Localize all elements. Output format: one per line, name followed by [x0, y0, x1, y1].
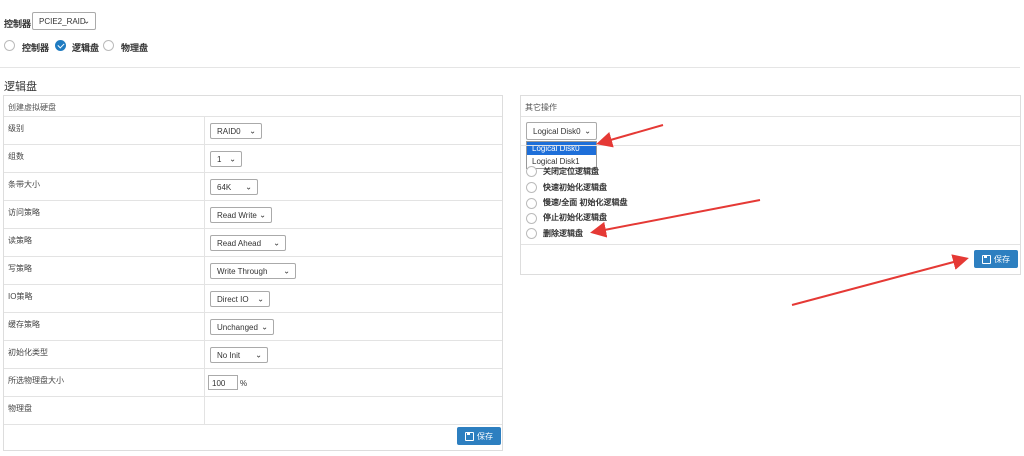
row-label: 读策略	[8, 236, 32, 245]
init-type-select[interactable]: No Init ⌄	[210, 347, 268, 363]
chevron-down-icon: ⌄	[83, 16, 90, 26]
row-label: 条带大小	[8, 180, 40, 189]
form-footer	[4, 424, 502, 452]
save-button-label: 保存	[994, 254, 1010, 264]
other-operations-panel: 其它操作 Logical Disk0 ⌄ Logical Disk0 Logic…	[520, 95, 1021, 275]
divider	[521, 145, 1020, 146]
section-title: 逻辑盘	[4, 81, 37, 93]
select-value: No Init	[217, 350, 241, 360]
select-value: 1	[217, 154, 222, 164]
form-row: 组数 1 ⌄	[4, 144, 502, 172]
operation-label: 关闭定位逻辑盘	[543, 167, 599, 176]
read-policy-select[interactable]: Read Ahead ⌄	[210, 235, 286, 251]
radio-physical-disk-label: 物理盘	[121, 43, 149, 53]
disk-size-input[interactable]: 100	[208, 375, 238, 390]
save-icon	[465, 431, 474, 441]
divider	[0, 67, 1020, 68]
cache-policy-select[interactable]: Unchanged ⌄	[210, 319, 274, 335]
divider	[521, 116, 1020, 117]
panel-title: 其它操作	[525, 103, 557, 112]
panel-title: 创建虚拟硬盘	[8, 103, 56, 112]
operation-radio[interactable]	[526, 182, 537, 193]
radio-logical-disk-label: 逻辑盘	[72, 43, 100, 53]
radio-logical-disk[interactable]	[55, 40, 66, 51]
radio-physical-disk[interactable]	[103, 40, 114, 51]
row-label: 级别	[8, 124, 24, 133]
chevron-down-icon: ⌄	[261, 322, 268, 332]
form-row: 条带大小 64K ⌄	[4, 172, 502, 200]
chevron-down-icon: ⌄	[259, 210, 266, 220]
operation-label: 慢速/全面 初始化逻辑盘	[543, 198, 628, 207]
row-label: 初始化类型	[8, 348, 48, 357]
chevron-down-icon: ⌄	[283, 266, 290, 276]
radio-controller-label: 控制器	[22, 43, 50, 53]
row-label: 物理盘	[8, 404, 32, 413]
select-value: 64K	[217, 182, 232, 192]
form-row: 物理盘	[4, 396, 502, 424]
controller-select[interactable]: PCIE2_RAID ⌄	[32, 12, 96, 30]
operation-radio[interactable]	[526, 228, 537, 239]
form-row: 访问策略 Read Write ⌄	[4, 200, 502, 228]
operation-label: 停止初始化逻辑盘	[543, 213, 607, 222]
form-row: IO策略 Direct IO ⌄	[4, 284, 502, 312]
form-row: 级别 RAID0 ⌄	[4, 116, 502, 144]
operation-radio[interactable]	[526, 198, 537, 209]
chevron-down-icon: ⌄	[245, 182, 252, 192]
row-label: 组数	[8, 152, 24, 161]
controller-select-value: PCIE2_RAID	[39, 16, 86, 26]
select-value: Read Ahead	[217, 238, 262, 248]
chevron-down-icon: ⌄	[257, 294, 264, 304]
row-label: 写策略	[8, 264, 32, 273]
controller-label: 控制器	[4, 19, 32, 29]
select-value: Read Write	[217, 210, 257, 220]
radio-controller[interactable]	[4, 40, 15, 51]
save-button-label: 保存	[477, 431, 493, 441]
create-disk-panel: 创建虚拟硬盘 级别 RAID0 ⌄ 组数 1 ⌄ 条带大小 64K ⌄ 访问策略 Re…	[3, 95, 503, 451]
operation-radio[interactable]	[526, 213, 537, 224]
write-policy-select[interactable]: Write Through ⌄	[210, 263, 296, 279]
percent-unit: %	[240, 379, 248, 388]
chevron-down-icon: ⌄	[255, 350, 262, 360]
chevron-down-icon: ⌄	[249, 126, 256, 136]
form-row: 初始化类型 No Init ⌄	[4, 340, 502, 368]
row-label: 访问策略	[8, 208, 40, 217]
access-policy-select[interactable]: Read Write ⌄	[210, 207, 272, 223]
operation-label: 删除逻辑盘	[543, 229, 583, 238]
row-label: IO策略	[8, 292, 33, 301]
operation-radio[interactable]	[526, 166, 537, 177]
row-label: 所选物理盘大小	[8, 376, 64, 385]
form-row: 读策略 Read Ahead ⌄	[4, 228, 502, 256]
chevron-down-icon: ⌄	[584, 126, 591, 136]
select-value: Unchanged	[217, 322, 258, 332]
level-select[interactable]: RAID0 ⌄	[210, 123, 262, 139]
chevron-down-icon: ⌄	[229, 154, 236, 164]
save-icon	[982, 254, 991, 264]
save-button[interactable]: 保存	[974, 250, 1018, 268]
logical-disk-select[interactable]: Logical Disk0 ⌄	[526, 122, 597, 140]
group-count-select[interactable]: 1 ⌄	[210, 151, 242, 167]
stripe-size-select[interactable]: 64K ⌄	[210, 179, 258, 195]
operation-label: 快速初始化逻辑盘	[543, 183, 607, 192]
io-policy-select[interactable]: Direct IO ⌄	[210, 291, 270, 307]
select-value: RAID0	[217, 126, 241, 136]
select-value: Direct IO	[217, 294, 249, 304]
form-row: 缓存策略 Unchanged ⌄	[4, 312, 502, 340]
chevron-down-icon: ⌄	[273, 238, 280, 248]
select-value: Write Through	[217, 266, 268, 276]
divider	[521, 244, 1020, 245]
row-label: 缓存策略	[8, 320, 40, 329]
select-value: Logical Disk0	[533, 126, 581, 136]
save-button[interactable]: 保存	[457, 427, 501, 445]
form-row: 所选物理盘大小 100 %	[4, 368, 502, 396]
form-row: 写策略 Write Through ⌄	[4, 256, 502, 284]
dropdown-option[interactable]: Logical Disk0	[527, 142, 596, 155]
